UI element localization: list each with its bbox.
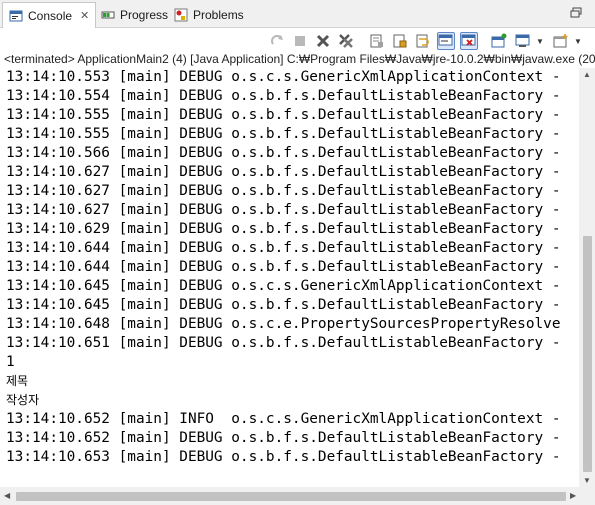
console-line: 제목 bbox=[6, 374, 29, 388]
remove-all-terminated-icon[interactable] bbox=[337, 32, 355, 50]
scroll-down-icon[interactable]: ▼ bbox=[583, 476, 591, 485]
console-line: 13:14:10.555 [main] DEBUG o.s.b.f.s.Defa… bbox=[6, 126, 561, 142]
tab-problems-label: Problems bbox=[193, 8, 244, 22]
show-on-stderr-icon[interactable] bbox=[460, 32, 478, 50]
horizontal-scroll-thumb[interactable] bbox=[16, 492, 566, 501]
console-line: 13:14:10.627 [main] DEBUG o.s.b.f.s.Defa… bbox=[6, 164, 561, 180]
scroll-up-icon[interactable]: ▲ bbox=[583, 70, 591, 79]
console-line: 13:14:10.651 [main] DEBUG o.s.b.f.s.Defa… bbox=[6, 335, 561, 351]
tab-progress-label: Progress bbox=[120, 8, 169, 22]
console-toolbar: ▼ ▼ bbox=[0, 28, 595, 54]
tab-console-label: Console bbox=[28, 8, 73, 23]
console-process-status: <terminated> ApplicationMain2 (4) [Java … bbox=[4, 52, 595, 66]
console-line: 13:14:10.644 [main] DEBUG o.s.b.f.s.Defa… bbox=[6, 259, 561, 275]
show-on-stdout-icon[interactable] bbox=[437, 32, 455, 50]
console-line: 13:14:10.652 [main] DEBUG o.s.b.f.s.Defa… bbox=[6, 430, 561, 446]
tab-problems[interactable]: Problems bbox=[168, 2, 250, 28]
open-console-icon[interactable] bbox=[552, 32, 570, 50]
console-line: 13:14:10.629 [main] DEBUG o.s.b.f.s.Defa… bbox=[6, 221, 561, 237]
console-line: 13:14:10.627 [main] DEBUG o.s.b.f.s.Defa… bbox=[6, 183, 561, 199]
pin-console-icon[interactable] bbox=[490, 32, 508, 50]
view-tab-bar: Console ✕ Progress Problems bbox=[0, 0, 595, 29]
console-output[interactable]: 13:14:10.553 [main] DEBUG o.s.c.s.Generi… bbox=[0, 68, 579, 487]
console-line: 13:14:10.645 [main] DEBUG o.s.c.s.Generi… bbox=[6, 278, 561, 294]
tab-progress[interactable]: Progress bbox=[95, 2, 174, 28]
clear-console-icon[interactable] bbox=[368, 32, 386, 50]
remove-launch-icon[interactable] bbox=[314, 32, 332, 50]
problems-icon bbox=[174, 8, 188, 22]
close-icon[interactable]: ✕ bbox=[80, 9, 89, 22]
terminate-icon[interactable] bbox=[291, 32, 309, 50]
console-line: 13:14:10.644 [main] DEBUG o.s.b.f.s.Defa… bbox=[6, 240, 561, 256]
console-line: 13:14:10.648 [main] DEBUG o.s.c.e.Proper… bbox=[6, 316, 561, 332]
console-line: 13:14:10.553 [main] DEBUG o.s.c.s.Generi… bbox=[6, 69, 561, 85]
console-line: 13:14:10.653 [main] DEBUG o.s.b.f.s.Defa… bbox=[6, 449, 561, 465]
chevron-down-icon[interactable]: ▼ bbox=[536, 37, 544, 46]
horizontal-scrollbar[interactable]: ◀ ▶ bbox=[0, 487, 595, 505]
console-line: 13:14:10.652 [main] INFO o.s.c.s.Generic… bbox=[6, 411, 561, 427]
console-line: 13:14:10.566 [main] DEBUG o.s.b.f.s.Defa… bbox=[6, 145, 561, 161]
scroll-left-icon[interactable]: ◀ bbox=[4, 491, 10, 500]
console-line: 13:14:10.627 [main] DEBUG o.s.b.f.s.Defa… bbox=[6, 202, 561, 218]
chevron-down-icon[interactable]: ▼ bbox=[574, 37, 582, 46]
console-line: 13:14:10.645 [main] DEBUG o.s.b.f.s.Defa… bbox=[6, 297, 561, 313]
vertical-scroll-thumb[interactable] bbox=[583, 236, 592, 472]
tab-console[interactable]: Console ✕ bbox=[2, 2, 97, 29]
console-line: 1 bbox=[6, 354, 15, 370]
scroll-right-icon[interactable]: ▶ bbox=[570, 491, 576, 500]
console-icon bbox=[9, 9, 23, 23]
console-line: 작성자 bbox=[6, 393, 40, 407]
console-line: 13:14:10.554 [main] DEBUG o.s.b.f.s.Defa… bbox=[6, 88, 561, 104]
progress-icon bbox=[101, 8, 115, 22]
display-selected-console-icon[interactable] bbox=[514, 32, 532, 50]
vertical-scrollbar[interactable]: ▲ ▼ bbox=[579, 68, 595, 487]
scroll-lock-icon[interactable] bbox=[268, 32, 286, 50]
console-line: 13:14:10.555 [main] DEBUG o.s.b.f.s.Defa… bbox=[6, 107, 561, 123]
word-wrap-icon[interactable] bbox=[414, 32, 432, 50]
restore-icon[interactable] bbox=[569, 6, 583, 20]
scroll-lock-toggle-icon[interactable] bbox=[391, 32, 409, 50]
